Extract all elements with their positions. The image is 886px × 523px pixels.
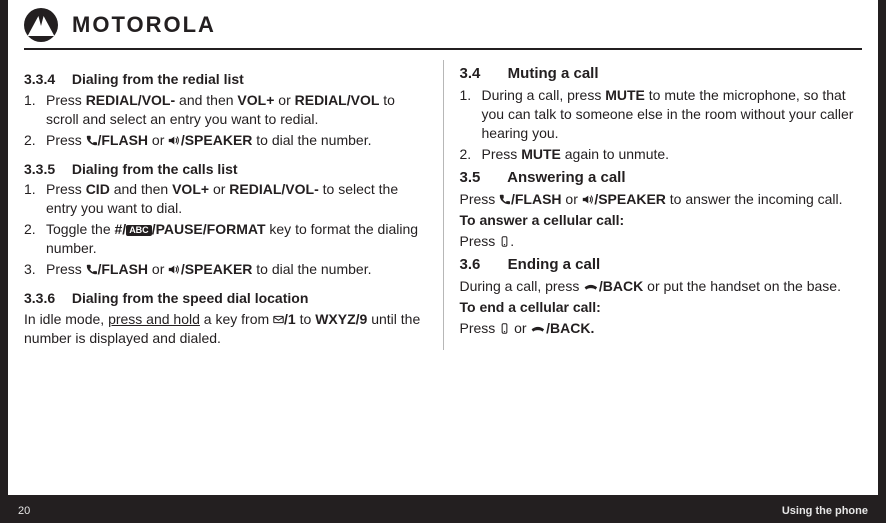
paragraph-end-cellular: Press or /BACK. xyxy=(460,319,863,338)
subhead-end-cellular: To end a cellular call: xyxy=(460,298,863,317)
heading-3-3-4: 3.3.4 Dialing from the redial list xyxy=(24,70,427,89)
heading-3-4: 3.4 Muting a call xyxy=(460,64,863,84)
cellphone-icon xyxy=(499,236,510,247)
list-item: 2. Press /FLASH or /SPEAKER to dial the … xyxy=(24,131,427,150)
speaker-icon xyxy=(168,264,181,275)
phone-icon xyxy=(86,135,98,146)
list-item: 1. Press REDIAL/VOL- and then VOL+ or RE… xyxy=(24,91,427,129)
header: MOTOROLA xyxy=(8,0,878,48)
left-column: 3.3.4 Dialing from the redial list 1. Pr… xyxy=(24,60,427,350)
right-column: 3.4 Muting a call 1. During a call, pres… xyxy=(460,60,863,350)
page-number: 20 xyxy=(18,505,30,517)
phone-icon xyxy=(86,264,98,275)
page: MOTOROLA 3.3.4 Dialing from the redial l… xyxy=(8,0,878,495)
list-item: 2. Toggle the #/ABC/PAUSE/FORMAT key to … xyxy=(24,220,427,258)
list-3-4: 1. During a call, press MUTE to mute the… xyxy=(460,86,863,164)
cellphone-icon xyxy=(499,323,510,334)
heading-3-6: 3.6 Ending a call xyxy=(460,255,863,275)
footer-title: Using the phone xyxy=(782,505,868,517)
list-3-3-5: 1. Press CID and then VOL+ or REDIAL/VOL… xyxy=(24,180,427,278)
footer: 20 Using the phone xyxy=(18,505,868,517)
content-columns: 3.3.4 Dialing from the redial list 1. Pr… xyxy=(8,60,878,350)
paragraph-3-6: During a call, press /BACK or put the ha… xyxy=(460,277,863,296)
list-item: 2. Press MUTE again to unmute. xyxy=(460,145,863,164)
header-rule xyxy=(24,48,862,50)
message-icon xyxy=(273,314,284,325)
brand-wordmark: MOTOROLA xyxy=(72,12,216,38)
paragraph-answer-cellular: Press . xyxy=(460,232,863,251)
abc-badge-icon: ABC xyxy=(126,225,152,236)
heading-3-3-6: 3.3.6 Dialing from the speed dial locati… xyxy=(24,289,427,308)
phone-icon xyxy=(499,194,511,205)
paragraph-3-3-6: In idle mode, press and hold a key from … xyxy=(24,310,427,348)
column-divider xyxy=(443,60,444,350)
hangup-icon xyxy=(530,323,546,334)
paragraph-3-5: Press /FLASH or /SPEAKER to answer the i… xyxy=(460,190,863,209)
speaker-icon xyxy=(168,135,181,146)
speaker-icon xyxy=(582,194,595,205)
list-item: 3. Press /FLASH or /SPEAKER to dial the … xyxy=(24,260,427,279)
list-item: 1. Press CID and then VOL+ or REDIAL/VOL… xyxy=(24,180,427,218)
subhead-answer-cellular: To answer a cellular call: xyxy=(460,211,863,230)
motorola-logo-icon xyxy=(24,8,58,42)
heading-3-5: 3.5 Answering a call xyxy=(460,168,863,188)
hangup-icon xyxy=(583,281,599,292)
heading-3-3-5: 3.3.5 Dialing from the calls list xyxy=(24,160,427,179)
list-item: 1. During a call, press MUTE to mute the… xyxy=(460,86,863,143)
list-3-3-4: 1. Press REDIAL/VOL- and then VOL+ or RE… xyxy=(24,91,427,150)
